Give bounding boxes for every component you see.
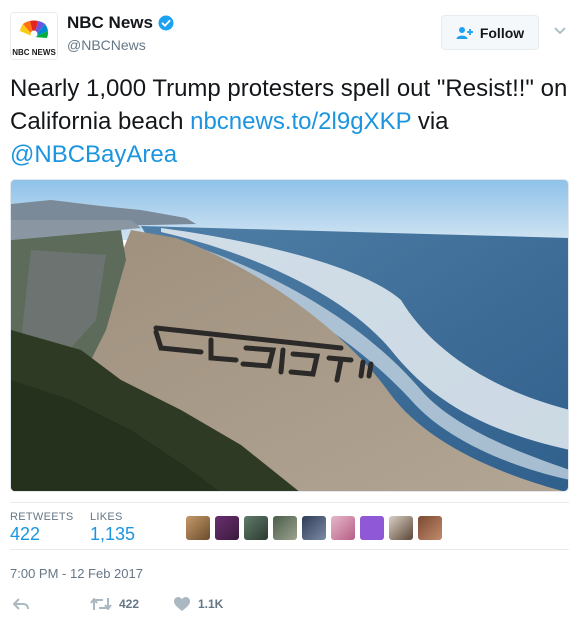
likes-value: 1,135 (90, 524, 136, 544)
liker-avatar[interactable] (273, 516, 297, 540)
likes-stat[interactable]: LIKES 1,135 (90, 511, 135, 545)
tweet-timestamp[interactable]: 7:00 PM - 12 Feb 2017 (10, 566, 143, 581)
tweet-text-part2: via (411, 108, 449, 135)
account-avatar[interactable]: NBC NEWS (10, 12, 58, 60)
tweet-text: Nearly 1,000 Trump protesters spell out … (10, 72, 570, 171)
nbc-peacock-logo: NBC NEWS (11, 13, 57, 59)
retweets-stat[interactable]: RETWEETS 422 (10, 511, 74, 545)
verified-badge-icon (158, 15, 174, 31)
name-row: NBC News (67, 13, 174, 33)
liker-avatar[interactable] (215, 516, 239, 540)
retweet-count: 422 (119, 597, 140, 611)
account-handle[interactable]: @NBCNews (67, 37, 146, 53)
tweet-photo[interactable] (10, 179, 569, 492)
chevron-down-icon[interactable] (553, 26, 567, 36)
retweet-icon (90, 598, 112, 610)
follow-label: Follow (479, 24, 525, 41)
display-name[interactable]: NBC News (67, 13, 153, 33)
follow-person-plus-icon (456, 26, 473, 39)
avatar-wordmark: NBC NEWS (12, 48, 56, 57)
tweet-link[interactable]: nbcnews.to/2l9gXKP (190, 108, 411, 135)
liker-avatar[interactable] (302, 516, 326, 540)
retweets-label: RETWEETS (10, 511, 74, 523)
tweet-actions: 422 1.1K (10, 596, 570, 618)
tweet-mention[interactable]: @NBCBayArea (10, 141, 177, 168)
heart-icon (174, 597, 190, 611)
liker-avatar[interactable] (186, 516, 210, 540)
follow-button[interactable]: Follow (441, 15, 539, 50)
like-button[interactable]: 1.1K (173, 596, 223, 612)
liker-avatar[interactable] (244, 516, 268, 540)
likes-label: LIKES (90, 511, 123, 523)
engagement-stats: RETWEETS 422 LIKES 1,135 (10, 502, 569, 550)
like-count: 1.1K (198, 597, 224, 611)
reply-button[interactable] (12, 596, 30, 612)
liker-avatar[interactable] (418, 516, 442, 540)
retweet-button[interactable]: 422 (90, 596, 139, 612)
liker-avatars (186, 516, 447, 540)
reply-icon (13, 598, 29, 610)
tweet-header: NBC NEWS NBC News @NBCNews Follow (0, 0, 587, 64)
beach-protest-photo (11, 180, 568, 491)
retweets-value: 422 (10, 524, 41, 544)
liker-avatar[interactable] (360, 516, 384, 540)
liker-avatar[interactable] (389, 516, 413, 540)
liker-avatar[interactable] (331, 516, 355, 540)
